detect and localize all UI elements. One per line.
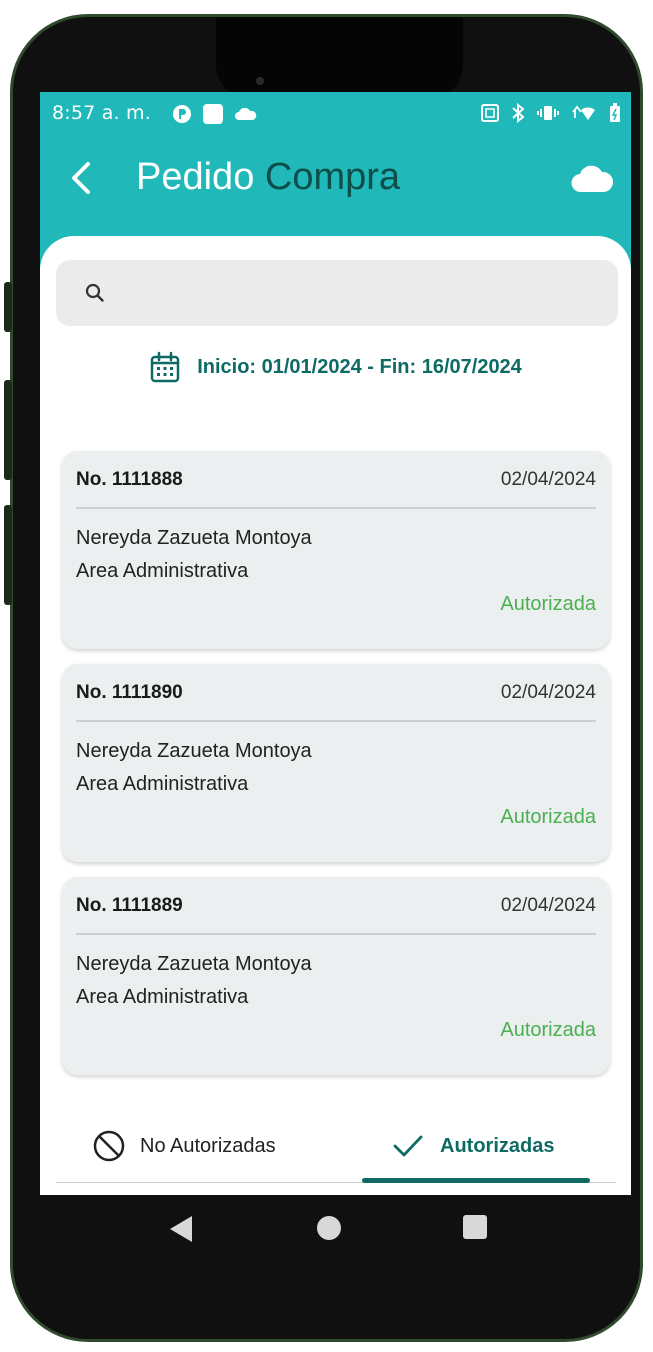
order-number: No. 1111889 <box>76 895 183 916</box>
front-camera-icon <box>256 77 264 85</box>
tab-authorized-label: Autorizadas <box>440 1134 555 1157</box>
app-screen: 8:57 a. m. Pedido Compra Inicio: 01/01/2… <box>40 92 631 1195</box>
tab-not-authorized-label: No Autorizadas <box>140 1134 276 1157</box>
nfc-icon <box>481 104 499 122</box>
date-range-text: Inicio: 01/01/2024 - Fin: 16/07/2024 <box>197 355 522 378</box>
search-icon <box>85 283 104 302</box>
battery-icon <box>610 103 620 122</box>
order-area: Area Administrativa <box>76 773 249 795</box>
search-bar[interactable] <box>56 260 618 326</box>
order-card[interactable]: No. 1111888 02/04/2024 Nereyda Zazueta M… <box>62 451 610 649</box>
system-nav-bar <box>30 1196 623 1276</box>
order-area: Area Administrativa <box>76 986 249 1008</box>
nav-home-icon[interactable] <box>315 1214 343 1242</box>
status-time: 8:57 a. m. <box>52 102 151 124</box>
order-number: No. 1111888 <box>76 469 183 490</box>
order-card[interactable]: No. 1111889 02/04/2024 Nereyda Zazueta M… <box>62 877 610 1075</box>
volume-up-button <box>4 380 12 480</box>
calendar-icon <box>150 351 180 383</box>
order-requester: Nereyda Zazueta Montoya <box>76 527 312 549</box>
card-divider <box>76 933 596 935</box>
vibrate-icon <box>537 106 559 120</box>
status-badge: Autorizada <box>500 593 596 615</box>
camera-notch <box>216 17 463 99</box>
status-badge: Autorizada <box>500 1019 596 1041</box>
order-requester: Nereyda Zazueta Montoya <box>76 953 312 975</box>
tab-active-indicator <box>362 1178 590 1183</box>
status-badge: Autorizada <box>500 806 596 828</box>
order-number: No. 1111890 <box>76 682 183 703</box>
cloud-sync-button[interactable] <box>571 164 614 194</box>
content-area: Inicio: 01/01/2024 - Fin: 16/07/2024 No.… <box>40 236 631 1195</box>
app-bar: Pedido Compra <box>40 134 631 234</box>
order-card[interactable]: No. 1111890 02/04/2024 Nereyda Zazueta M… <box>62 664 610 862</box>
bluetooth-icon <box>512 103 525 123</box>
order-area: Area Administrativa <box>76 560 249 582</box>
back-button[interactable] <box>64 158 100 198</box>
cloud-icon <box>571 165 614 193</box>
cloud-notification-icon <box>235 107 257 120</box>
tab-authorized[interactable]: Autorizadas <box>392 1106 554 1186</box>
nav-back-icon[interactable] <box>168 1214 194 1244</box>
order-date: 02/04/2024 <box>500 469 596 490</box>
nav-recents-icon[interactable] <box>462 1214 488 1240</box>
page-title-part1: Pedido <box>136 156 255 198</box>
volume-down-button <box>4 505 12 605</box>
check-icon <box>393 1135 423 1157</box>
status-tabs: No Autorizadas Autorizadas <box>56 1106 616 1186</box>
wifi-icon <box>572 105 595 120</box>
order-date: 02/04/2024 <box>500 682 596 703</box>
page-title: Pedido Compra <box>136 156 400 199</box>
status-bar: 8:57 a. m. <box>40 92 631 134</box>
order-requester: Nereyda Zazueta Montoya <box>76 740 312 762</box>
tab-not-authorized[interactable]: No Autorizadas <box>92 1106 276 1186</box>
card-divider <box>76 507 596 509</box>
square-notification-icon <box>203 104 223 124</box>
search-input[interactable] <box>120 280 604 306</box>
block-icon <box>93 1130 125 1162</box>
chevron-left-icon <box>72 162 90 194</box>
power-button <box>4 282 12 332</box>
order-date: 02/04/2024 <box>500 895 596 916</box>
date-range-selector[interactable]: Inicio: 01/01/2024 - Fin: 16/07/2024 <box>40 348 631 386</box>
card-divider <box>76 720 596 722</box>
app-notification-icon <box>173 105 191 123</box>
page-title-part2: Compra <box>264 156 401 198</box>
